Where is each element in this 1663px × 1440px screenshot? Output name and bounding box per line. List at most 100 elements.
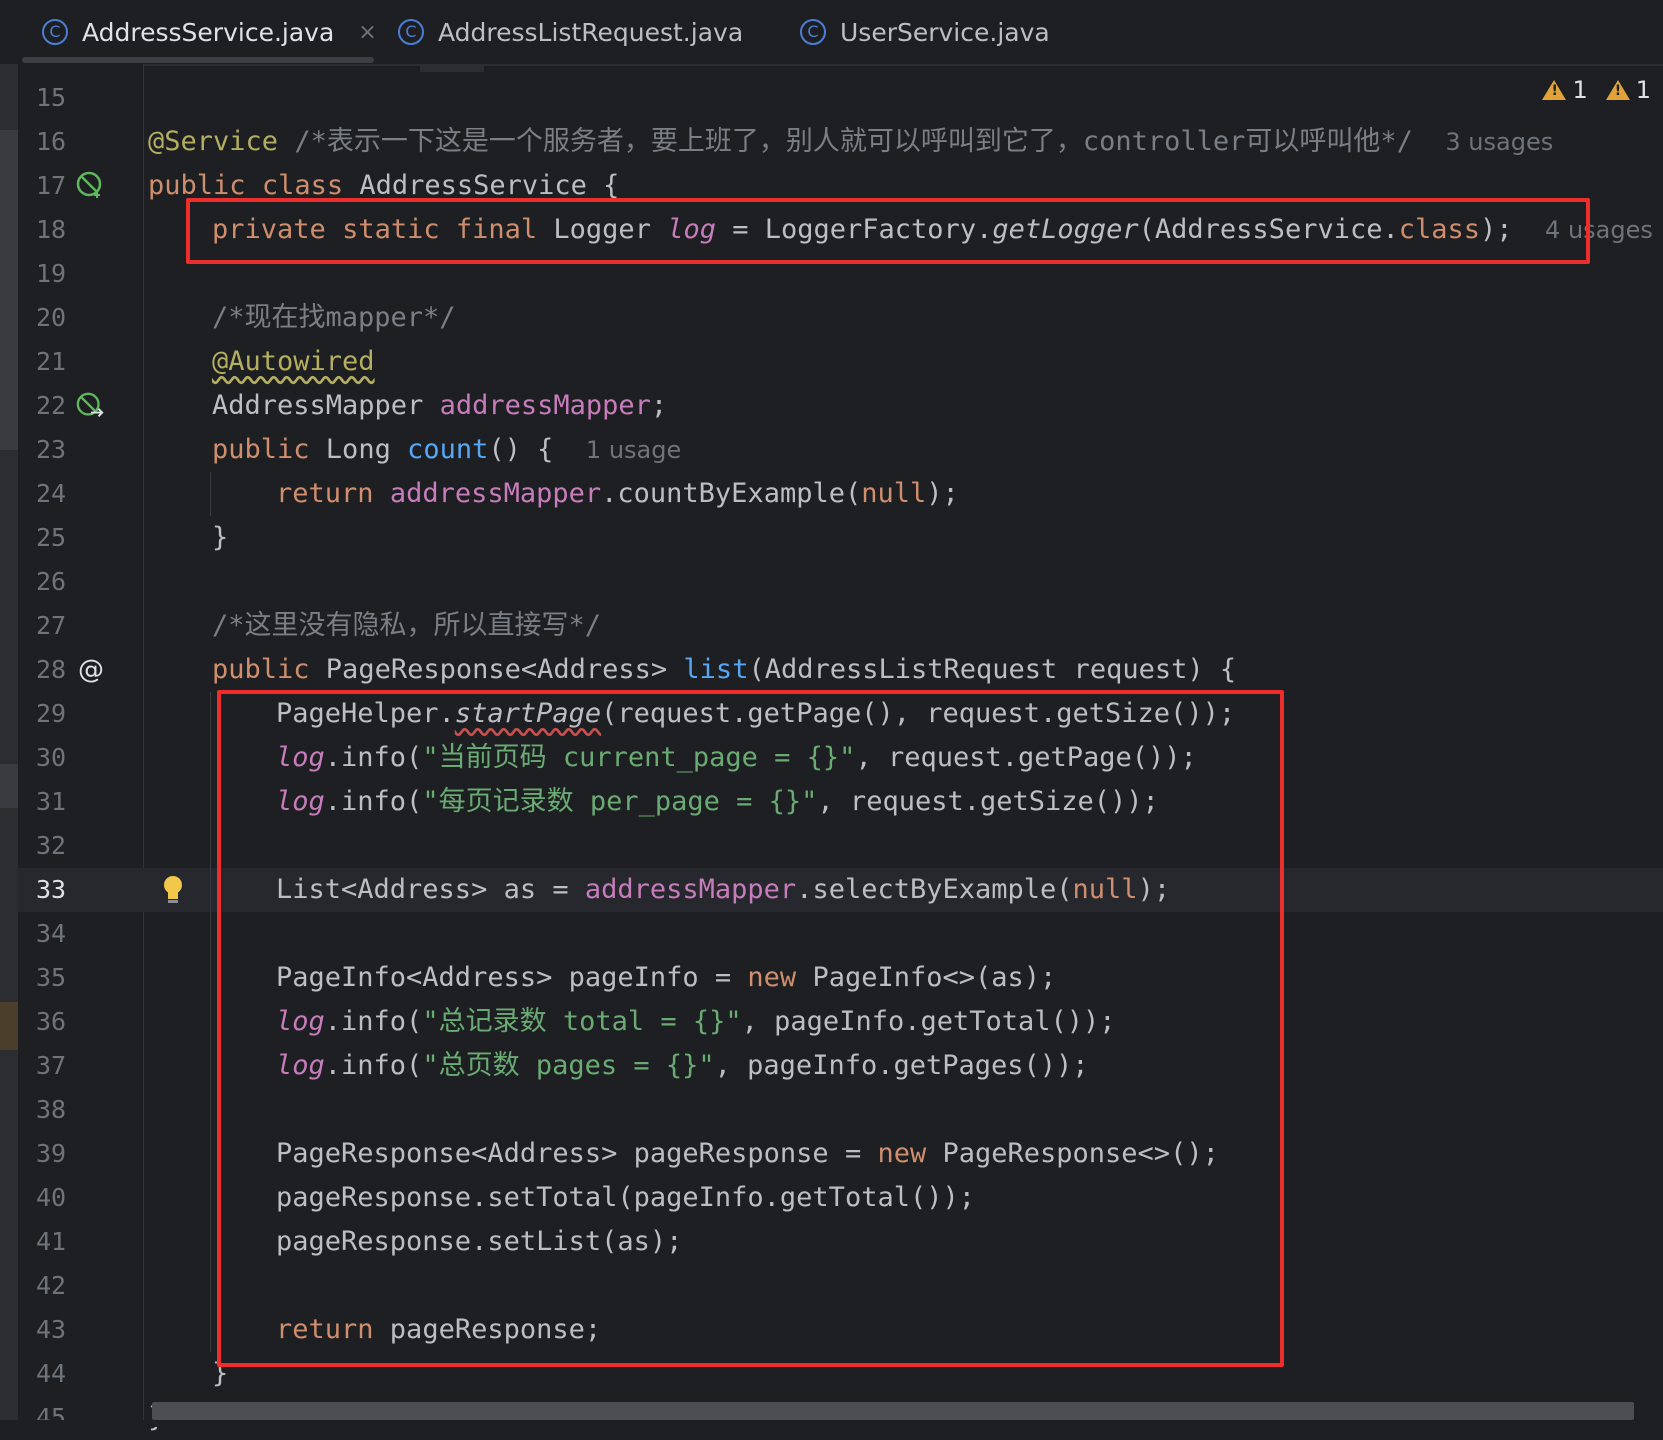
at-mapping-icon[interactable]: @ xyxy=(76,655,106,685)
line-number[interactable]: 29 xyxy=(36,692,76,736)
code-token: Long xyxy=(309,434,408,465)
line-number[interactable]: 33 xyxy=(36,868,76,912)
line-number[interactable]: 38 xyxy=(36,1088,76,1132)
tab-label: AddressListRequest.java xyxy=(438,17,744,47)
editor-bottom-edge xyxy=(0,1420,1663,1427)
line-number[interactable]: 40 xyxy=(36,1176,76,1220)
line-number[interactable]: 43 xyxy=(36,1308,76,1352)
line-number[interactable]: 21 xyxy=(36,340,76,384)
class-icon: C xyxy=(42,19,68,45)
code-text: /*现在找mapper*/ xyxy=(212,296,456,340)
line-number[interactable]: 20 xyxy=(36,296,76,340)
code-line[interactable]: 21 @Autowired xyxy=(0,340,1663,384)
code-token: (AddressListRequest request) { xyxy=(748,654,1237,685)
code-token: ; xyxy=(650,390,668,421)
code-text: AddressMapper addressMapper; xyxy=(212,384,667,428)
code-token: /*这里没有隐私，所以直接写*/ xyxy=(212,610,602,641)
horizontal-scrollbar[interactable] xyxy=(152,1402,1634,1420)
active-tab-indicator xyxy=(22,57,374,63)
code-line[interactable]: 22 AddressMapper addressMapper; xyxy=(0,384,1663,428)
line-number[interactable]: 35 xyxy=(36,956,76,1000)
code-line[interactable]: 23 public Long count() { 1 usage xyxy=(0,428,1663,472)
code-line[interactable]: 25} xyxy=(0,516,1663,560)
code-line[interactable]: 20 /*现在找mapper*/ xyxy=(0,296,1663,340)
indent-guide xyxy=(210,472,211,516)
code-token: AddressMapper xyxy=(212,390,440,421)
code-line[interactable]: 26 xyxy=(0,560,1663,604)
line-number[interactable]: 25 xyxy=(36,516,76,560)
spring-inject-icon[interactable] xyxy=(76,391,106,421)
line-number[interactable]: 19 xyxy=(36,252,76,296)
code-token: count xyxy=(407,434,489,465)
indent-guide xyxy=(210,692,211,1352)
code-token: /*表示一下这是一个服务者，要上班了，别人就可以呼叫到它了，controller… xyxy=(294,126,1413,157)
line-number[interactable]: 41 xyxy=(36,1220,76,1264)
line-number[interactable]: 15 xyxy=(36,76,76,120)
code-token: addressMapper xyxy=(439,390,651,421)
tab-scroll-mark xyxy=(420,64,484,72)
line-number[interactable]: 16 xyxy=(36,120,76,164)
tab-label: UserService.java xyxy=(840,17,1050,47)
line-number[interactable]: 39 xyxy=(36,1132,76,1176)
line-number[interactable]: 31 xyxy=(36,780,76,824)
line-number[interactable]: 36 xyxy=(36,1000,76,1044)
line-number[interactable]: 32 xyxy=(36,824,76,868)
usages-hint[interactable]: 3 usages xyxy=(1445,128,1553,156)
line-number[interactable]: 18 xyxy=(36,208,76,252)
code-token: public xyxy=(148,170,246,201)
code-token: list xyxy=(683,654,749,685)
line-number[interactable]: 30 xyxy=(36,736,76,780)
svg-text:@: @ xyxy=(78,655,104,685)
code-line[interactable]: 28 @ public PageResponse<Address> list(Add… xyxy=(0,648,1663,692)
line-number[interactable]: 42 xyxy=(36,1264,76,1308)
code-line[interactable]: 24 return addressMapper.countByExample(nu… xyxy=(0,472,1663,516)
line-number[interactable]: 27 xyxy=(36,604,76,648)
code-token: null xyxy=(861,478,927,509)
code-token: .countByExample( xyxy=(601,478,862,509)
code-text: public PageResponse<Address> list(Addres… xyxy=(212,648,1236,692)
class-icon: C xyxy=(800,19,826,45)
tab-user-service[interactable]: C UserService.java xyxy=(800,0,1050,64)
line-number[interactable]: 23 xyxy=(36,428,76,472)
tab-address-list-request[interactable]: C AddressListRequest.java xyxy=(398,0,743,64)
line-number[interactable]: 45 xyxy=(36,1396,76,1440)
highlight-box-logger xyxy=(186,198,1590,264)
code-token: /*现在找mapper*/ xyxy=(212,302,456,333)
code-line[interactable]: 27 /*这里没有隐私，所以直接写*/ xyxy=(0,604,1663,648)
code-token: PageResponse<Address> xyxy=(309,654,684,685)
bulb-icon[interactable] xyxy=(158,875,188,905)
line-number[interactable]: 28 xyxy=(36,648,76,692)
spring-bean-icon[interactable] xyxy=(76,171,106,201)
close-icon[interactable]: × xyxy=(358,20,376,45)
code-text: @Autowired xyxy=(212,340,375,384)
code-token: class xyxy=(261,170,344,201)
code-token: ); xyxy=(926,478,959,509)
line-number[interactable]: 17 xyxy=(36,164,76,208)
code-token: } xyxy=(212,522,229,553)
code-line[interactable]: 16 @Service /*表示一下这是一个服务者，要上班了，别人就可以呼叫到它了… xyxy=(0,120,1663,164)
usages-hint[interactable]: 1 usage xyxy=(586,436,681,464)
line-number[interactable]: 34 xyxy=(36,912,76,956)
code-token: return xyxy=(276,478,374,509)
line-number[interactable]: 26 xyxy=(36,560,76,604)
code-token: addressMapper xyxy=(389,478,602,509)
code-token: @Service xyxy=(148,126,279,157)
line-number[interactable]: 24 xyxy=(36,472,76,516)
code-token: @Autowired xyxy=(212,346,375,377)
tab-address-service[interactable]: C AddressService.java × xyxy=(42,0,377,64)
code-token: () { xyxy=(488,434,554,465)
line-number[interactable]: 44 xyxy=(36,1352,76,1396)
line-number[interactable]: 37 xyxy=(36,1044,76,1088)
code-text: @Service /*表示一下这是一个服务者，要上班了，别人就可以呼叫到它了，c… xyxy=(148,120,1553,164)
code-token: public xyxy=(212,654,310,685)
tab-label: AddressService.java xyxy=(82,17,335,47)
code-line[interactable]: 15 xyxy=(0,76,1663,120)
code-text: public Long count() { 1 usage xyxy=(212,428,681,472)
editor-tab-bar: C AddressService.java × C AddressListReq… xyxy=(0,0,1663,66)
line-number[interactable]: 22 xyxy=(36,384,76,428)
